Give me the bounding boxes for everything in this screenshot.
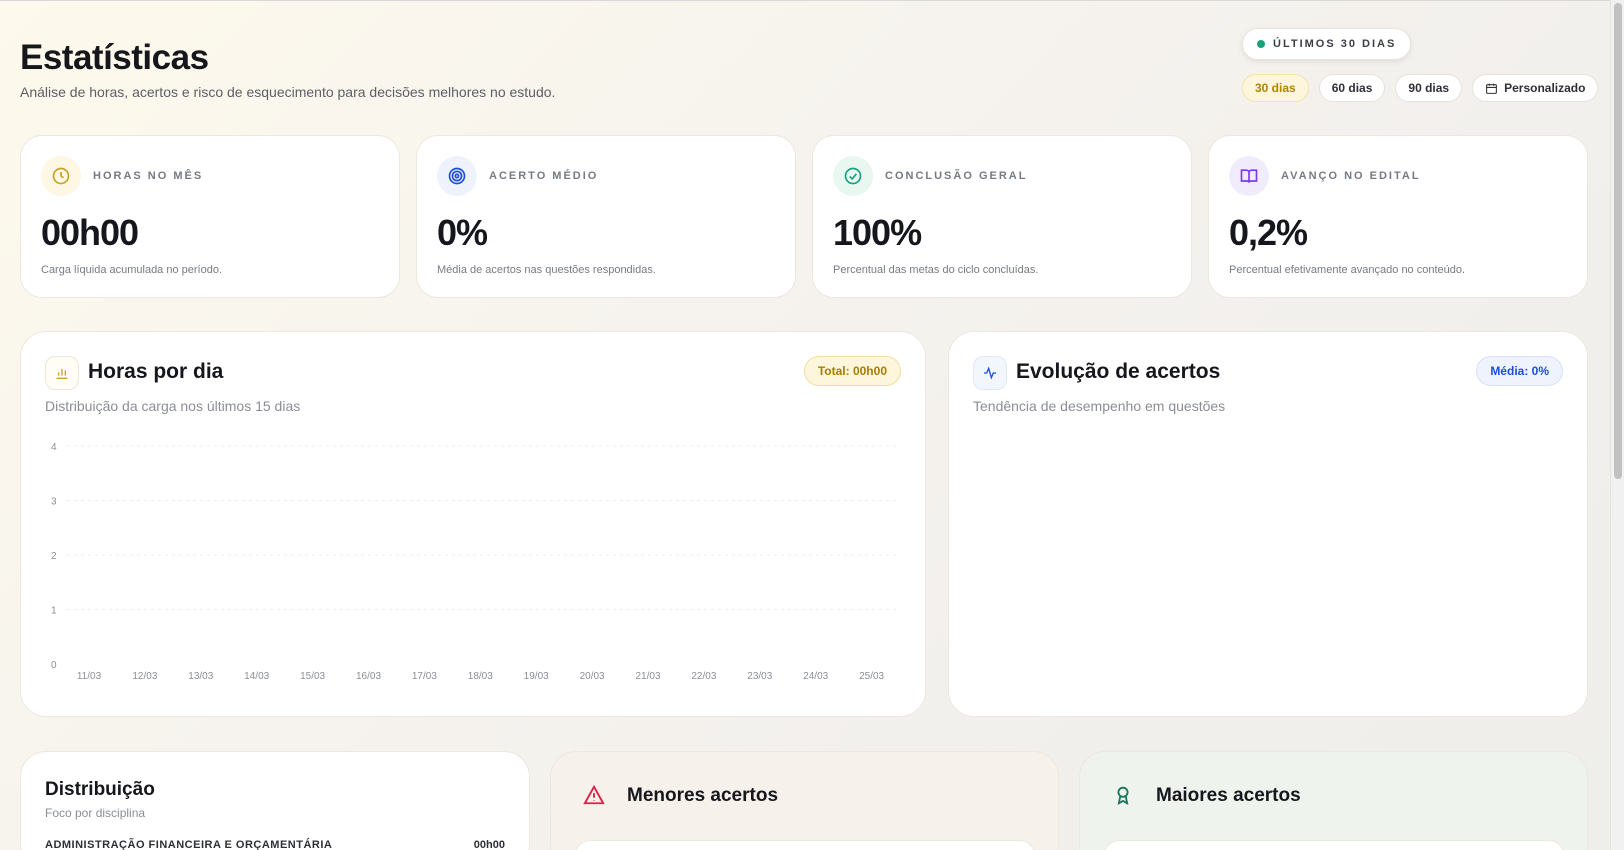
kpi-value: 0,2% [1229, 212, 1308, 253]
kpi-card-hours: HORAS NO MÊS 00h00 Carga líquida acumula… [20, 135, 400, 298]
x-tick-label: 18/03 [468, 671, 493, 682]
clock-icon [41, 156, 81, 196]
y-tick-label: 3 [51, 497, 57, 508]
page-title: Estatísticas [20, 38, 209, 77]
kpi-description: Carga líquida acumulada no período. [41, 264, 223, 276]
activity-icon [973, 356, 1007, 390]
x-tick-label: 14/03 [244, 671, 269, 682]
panel-subtitle: Foco por disciplina [45, 806, 146, 820]
list-item [575, 840, 1035, 850]
x-tick-label: 16/03 [356, 671, 381, 682]
period-label: ÚLTIMOS 30 DIAS [1273, 38, 1397, 50]
panel-subtitle: Tendência de desempenho em questões [973, 398, 1226, 414]
hours-bar-chart: 0 1 2 3 4 11/03 12/03 13/03 14/03 15/03 16/03 17/03… [51, 442, 897, 682]
x-tick-label: 20/03 [580, 671, 605, 682]
check-circle-icon [833, 156, 873, 196]
kpi-label: CONCLUSÃO GERAL [885, 170, 1028, 182]
kpi-description: Percentual efetivamente avançado no cont… [1229, 264, 1466, 276]
kpi-value: 100% [833, 212, 922, 253]
y-tick-label: 0 [51, 660, 57, 671]
book-open-icon [1229, 156, 1269, 196]
kpi-value: 00h00 [41, 212, 139, 253]
x-tick-label: 25/03 [859, 671, 884, 682]
x-tick-label: 23/03 [747, 671, 772, 682]
page-subtitle: Análise de horas, acertos e risco de esq… [20, 84, 556, 100]
y-tick-label: 4 [51, 442, 57, 453]
y-tick-label: 2 [51, 551, 57, 562]
panel-title: Maiores acertos [1156, 785, 1301, 806]
kpi-card-accuracy: ACERTO MÉDIO 0% Média de acertos nas que… [416, 135, 796, 298]
scrollbar-thumb[interactable] [1614, 3, 1622, 479]
x-tick-label: 19/03 [524, 671, 549, 682]
range-selector: 30 dias 60 dias 90 dias Personalizado [1242, 74, 1599, 102]
x-tick-label: 24/03 [803, 671, 828, 682]
lowest-accuracy-panel: Menores acertos [550, 751, 1059, 850]
kpi-value: 0% [437, 212, 488, 253]
x-tick-label: 22/03 [691, 671, 716, 682]
x-tick-label: 13/03 [188, 671, 213, 682]
discipline-hours: 00h00 [473, 839, 505, 850]
range-60-button[interactable]: 60 dias [1318, 74, 1386, 102]
kpi-card-edital: AVANÇO NO EDITAL 0,2% Percentual efetiva… [1208, 135, 1588, 298]
x-tick-label: 12/03 [132, 671, 157, 682]
panel-title: Menores acertos [627, 785, 779, 806]
highest-accuracy-panel: Maiores acertos [1079, 751, 1588, 850]
status-dot-icon [1257, 40, 1265, 48]
x-tick-label: 17/03 [412, 671, 437, 682]
award-icon [1117, 786, 1129, 806]
kpi-description: Percentual das metas do ciclo concluídas… [833, 264, 1039, 276]
kpi-card-completion: CONCLUSÃO GERAL 100% Percentual das meta… [812, 135, 1192, 298]
x-tick-label: 15/03 [300, 671, 325, 682]
range-custom-button[interactable]: Personalizado [1472, 74, 1599, 102]
accuracy-evolution-panel: Evolução de acertos Tendência de desempe… [948, 331, 1588, 717]
distribution-panel: Distribuição Foco por disciplina ADMINIS… [20, 751, 530, 850]
scrollbar[interactable] [1610, 0, 1624, 850]
window-top-border [0, 0, 1610, 1]
x-tick-label: 21/03 [635, 671, 660, 682]
panel-title: Evolução de acertos [1016, 360, 1221, 383]
kpi-label: AVANÇO NO EDITAL [1281, 170, 1421, 182]
average-badge: Média: 0% [1476, 356, 1563, 386]
panel-title: Distribuição [45, 779, 155, 800]
period-indicator: ÚLTIMOS 30 DIAS [1242, 28, 1412, 60]
range-30-button[interactable]: 30 dias [1242, 74, 1309, 102]
x-tick-label: 11/03 [77, 671, 102, 682]
kpi-label: HORAS NO MÊS [93, 170, 204, 182]
list-item [1104, 840, 1564, 850]
y-tick-label: 1 [51, 606, 57, 617]
discipline-label: ADMINISTRAÇÃO FINANCEIRA E ORÇAMENTÁRIA [45, 839, 333, 850]
alert-triangle-icon [583, 784, 605, 805]
kpi-label: ACERTO MÉDIO [489, 170, 599, 182]
hours-per-day-panel: Horas por dia Distribuição da carga nos … [20, 331, 926, 717]
target-icon [437, 156, 477, 196]
kpi-description: Média de acertos nas questões respondida… [437, 264, 656, 276]
range-90-button[interactable]: 90 dias [1395, 74, 1463, 102]
calendar-icon [1486, 83, 1498, 94]
